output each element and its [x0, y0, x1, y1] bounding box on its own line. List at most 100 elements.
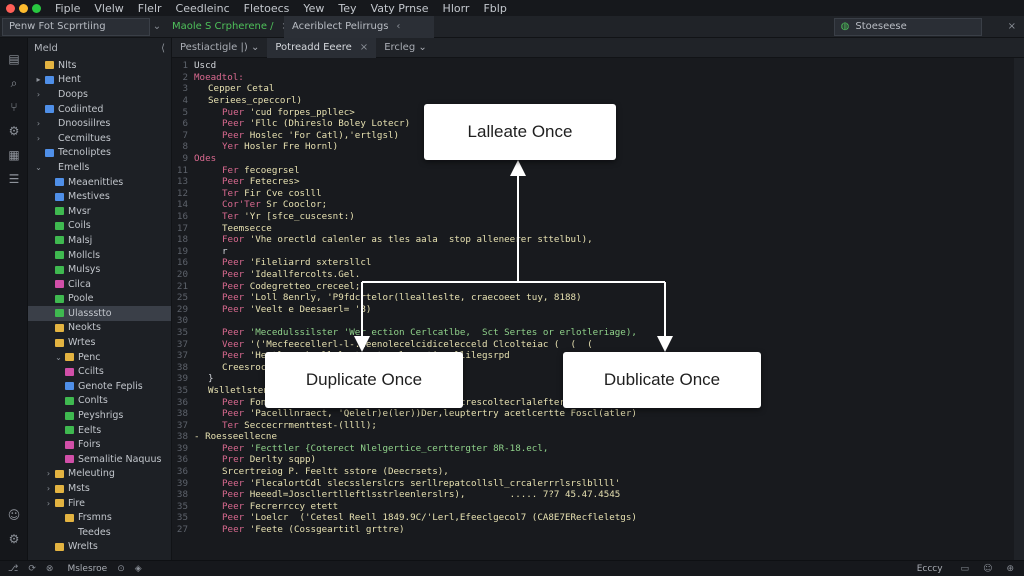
tree-item[interactable]: Mvsr	[28, 204, 171, 219]
tree-item[interactable]: Wrelts	[28, 540, 171, 555]
search-icon[interactable]: ⌕	[7, 76, 21, 90]
feedback-icon[interactable]: ☺	[983, 564, 992, 574]
minimap[interactable]	[1014, 58, 1024, 560]
tree-item[interactable]: › Fire	[28, 496, 171, 511]
tree-item[interactable]: Frsmns	[28, 510, 171, 525]
extensions-icon[interactable]: ▦	[7, 148, 21, 162]
tree-item[interactable]: › Msts	[28, 481, 171, 496]
tree-item[interactable]: Conlts	[28, 394, 171, 409]
menu-item[interactable]: Vlelw	[94, 2, 123, 15]
chevron-icon[interactable]: ⌄	[34, 163, 43, 172]
status-left-text[interactable]: Mslesroe	[67, 564, 107, 574]
tree-item[interactable]: Codiinted	[28, 102, 171, 117]
chevron-icon[interactable]: ›	[44, 469, 53, 478]
tree-item[interactable]: › Cecmiltues	[28, 131, 171, 146]
menu-item[interactable]: Fiple	[55, 2, 80, 15]
code-token: Hosler Fre Hornl)	[244, 141, 339, 153]
account-icon[interactable]: ☺	[7, 508, 21, 522]
chevron-icon[interactable]: ▸	[34, 75, 43, 84]
keyword-token: Peer	[222, 303, 245, 315]
tree-item[interactable]: Eelts	[28, 423, 171, 438]
tree-item[interactable]: › Meleuting	[28, 467, 171, 482]
status-right-text[interactable]: Ecccy	[917, 564, 943, 574]
warnings-icon[interactable]: ◈	[135, 564, 142, 574]
tab-group[interactable]: Maole S Crpherene / ×	[164, 16, 290, 38]
menu-item[interactable]: Fletoecs	[244, 2, 290, 15]
tree-item[interactable]: Coils	[28, 219, 171, 234]
tree-item[interactable]: Teedes	[28, 525, 171, 540]
chevron-icon[interactable]: ›	[44, 499, 53, 508]
tree-item[interactable]: Wrtes	[28, 335, 171, 350]
collapse-icon[interactable]: ⟨	[161, 43, 165, 54]
menu-item[interactable]: Ceedleinc	[176, 2, 230, 15]
tree-item[interactable]: Poole	[28, 292, 171, 307]
minimize-window-button[interactable]	[19, 3, 28, 13]
close-icon[interactable]: ×	[360, 42, 368, 53]
chevron-down-icon[interactable]: ⌄	[150, 21, 164, 32]
zoom-window-button[interactable]	[32, 3, 41, 13]
search-input[interactable]: Penw Fot Scprrtiing	[2, 17, 150, 36]
tree-item[interactable]: Neokts	[28, 321, 171, 336]
tab-active[interactable]: Aceriblect Pelirrugs ‹	[284, 15, 434, 38]
top-box[interactable]: Lalleate Once	[424, 104, 616, 160]
close-icon[interactable]: ×	[1008, 21, 1016, 32]
tree-item[interactable]: Mulsys	[28, 262, 171, 277]
explorer-icon[interactable]: ▤	[7, 52, 21, 66]
menu-item[interactable]: Hlorr	[443, 2, 470, 15]
code-token: 'Mecedulssilster 'Wer ection Cerlcatlbe,…	[249, 326, 637, 338]
tree-item-label: Conlts	[78, 395, 108, 407]
right-input[interactable]: ◍ Stoeseese	[833, 17, 982, 36]
menu-item[interactable]: Yew	[303, 2, 324, 15]
tree-item[interactable]: › Dnoosiilres	[28, 116, 171, 131]
bell-icon[interactable]: ⊙	[117, 564, 125, 574]
notifications-icon[interactable]: ⊕	[1006, 564, 1014, 574]
tree-item[interactable]: Mestives	[28, 189, 171, 204]
file-icon	[55, 338, 64, 347]
tree-item[interactable]: Nlts	[28, 58, 171, 73]
menu-item[interactable]: Fblp	[483, 2, 506, 15]
branch-icon[interactable]: ⎇	[8, 564, 18, 574]
tree-item[interactable]: › Doops	[28, 87, 171, 102]
chevron-icon[interactable]: ›	[34, 90, 43, 99]
editor-tab[interactable]: Pestiactigle |) ⌄	[172, 38, 267, 58]
menu-item[interactable]: Vaty Prnse	[371, 2, 429, 15]
editor-tab[interactable]: Potreadd Eeere ×	[267, 37, 377, 58]
tree-item[interactable]: Mollcls	[28, 248, 171, 263]
tree-item[interactable]: Cilca	[28, 277, 171, 292]
settings-icon[interactable]: ☰	[7, 172, 21, 186]
tree-item[interactable]: Malsj	[28, 233, 171, 248]
chevron-left-icon[interactable]: ‹	[396, 21, 400, 32]
sync-icon[interactable]: ⟳	[28, 564, 36, 574]
chevron-icon[interactable]: ›	[34, 134, 43, 143]
menu-item[interactable]: Flelr	[138, 2, 162, 15]
debug-icon[interactable]: ⚙	[7, 124, 21, 138]
layout-icon[interactable]: ▭	[961, 564, 970, 574]
code-line: 35 Peer Fecrerrccy etett	[172, 501, 1012, 513]
tree-item[interactable]: ▸ Hent	[28, 73, 171, 88]
tree-item[interactable]: Ccilts	[28, 364, 171, 379]
tree-item[interactable]: Genote Feplis	[28, 379, 171, 394]
chevron-icon[interactable]: ›	[44, 484, 53, 493]
right-box[interactable]: Dublicate Once	[563, 352, 761, 408]
errors-icon[interactable]: ⊗	[46, 564, 54, 574]
gear-icon[interactable]: ⚙	[7, 532, 21, 546]
chevron-icon[interactable]: ›	[34, 119, 43, 128]
left-box[interactable]: Duplicate Once	[265, 352, 463, 408]
code-line: 12 Ter Fir Cve coslll	[172, 188, 1012, 200]
source-control-icon[interactable]: ⑂	[7, 100, 21, 114]
menu-item[interactable]: Tey	[338, 2, 356, 15]
tree-item[interactable]: ⌄ Penc	[28, 350, 171, 365]
code-line: 38 - Roesseellecne	[172, 431, 1012, 443]
tree-item[interactable]: Peyshrigs	[28, 408, 171, 423]
tree-item-label: Cecmiltues	[58, 132, 111, 144]
tree-item[interactable]: Meaenitties	[28, 175, 171, 190]
tree-item[interactable]: Foirs	[28, 437, 171, 452]
tree-item[interactable]: Ulassstto	[28, 306, 171, 321]
code-text: Srcertreiog P. Feeltt sstore (Deecrsets)…	[194, 466, 449, 477]
tree-item[interactable]: Semalitie Naquus	[28, 452, 171, 467]
editor-tab[interactable]: Ercleg ⌄	[376, 38, 435, 58]
chevron-icon[interactable]: ⌄	[54, 353, 63, 362]
close-window-button[interactable]	[6, 3, 15, 13]
tree-item[interactable]: Tecnoliptes	[28, 146, 171, 161]
tree-item[interactable]: ⌄ Emells	[28, 160, 171, 175]
